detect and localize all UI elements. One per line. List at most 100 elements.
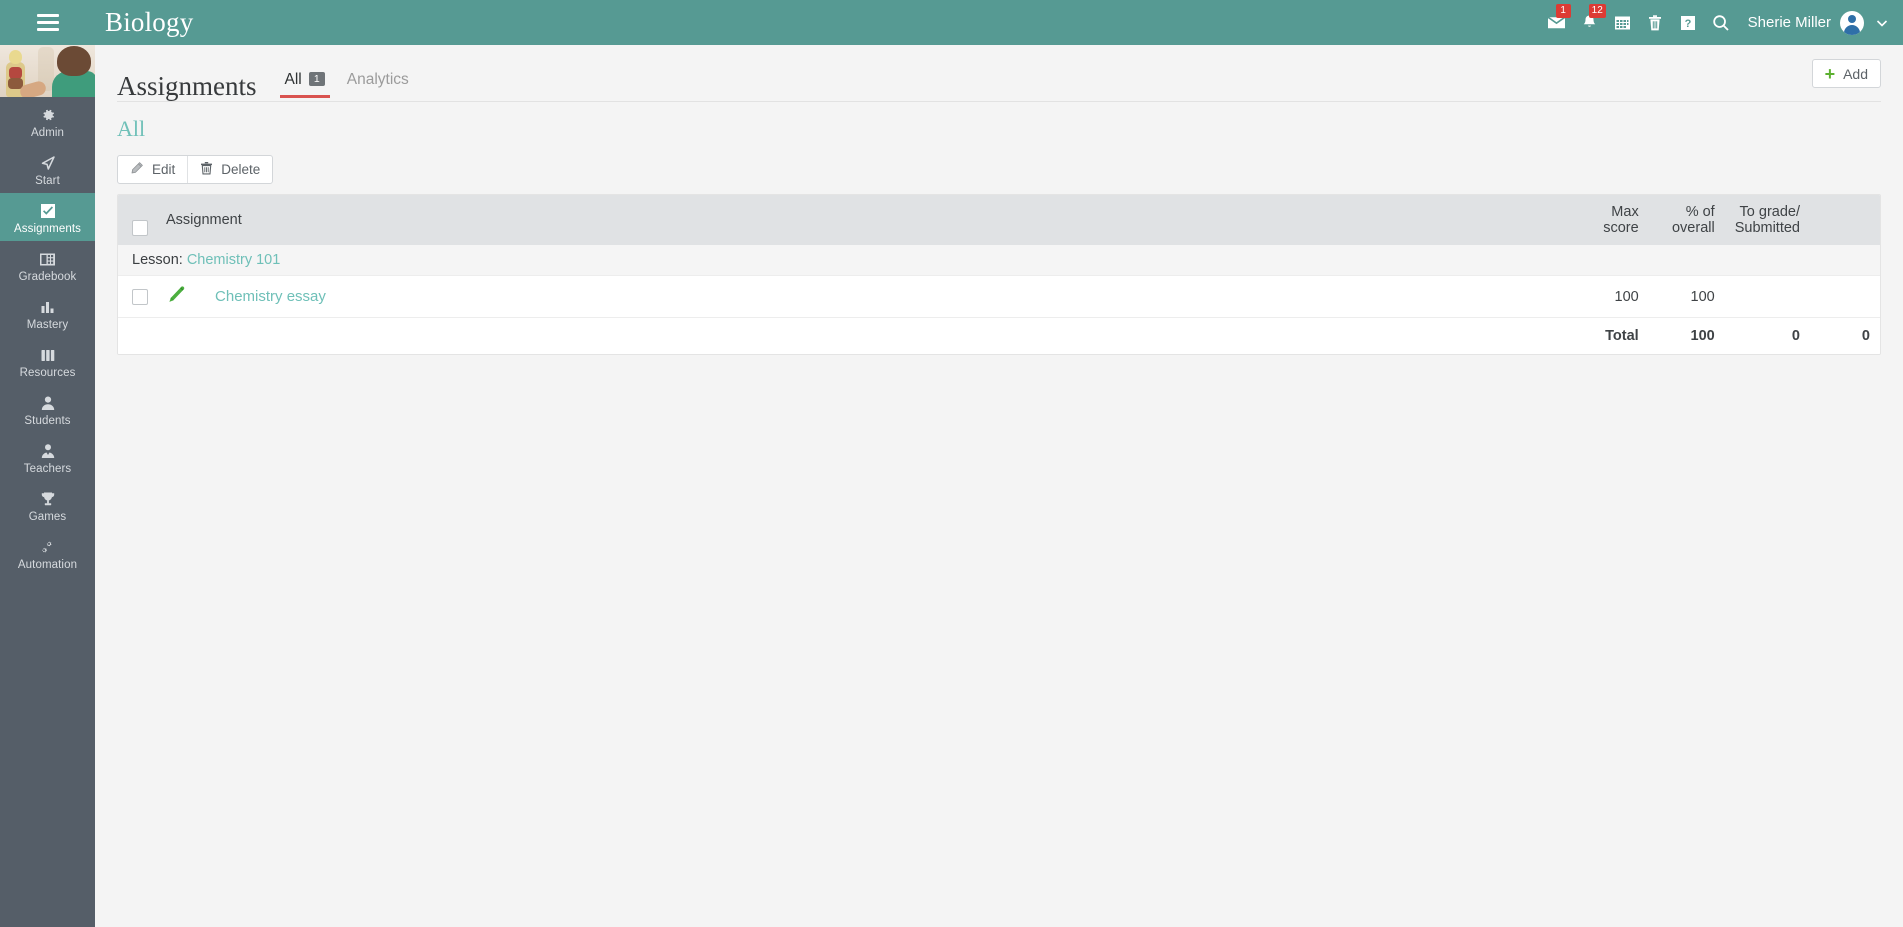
notifications-badge: 12 [1588,4,1606,18]
help-icon[interactable]: ? [1673,0,1704,45]
total-label: Total [1572,317,1649,355]
navigation-arrow-icon [40,155,56,172]
sidebar-item-games[interactable]: Games [0,481,95,529]
trophy-icon [40,491,56,508]
gear-icon [40,107,56,124]
sidebar-item-students[interactable]: Students [0,385,95,433]
page-title: Assignments [117,71,257,101]
total-spacer-name [158,317,1573,355]
top-bar: Biology 1 12 ? Sherie Miller [0,0,1903,45]
sidebar-item-label: Students [24,414,71,427]
sidebar-item-teachers[interactable]: Teachers [0,433,95,481]
messages-icon[interactable]: 1 [1541,0,1572,45]
messages-badge: 1 [1555,4,1571,18]
row-checkbox[interactable] [132,288,148,305]
notifications-icon[interactable]: 12 [1574,0,1606,45]
sidebar-item-label: Teachers [23,462,72,475]
sidebar-item-label: Start [35,174,60,187]
submitted-header-spacer [1810,195,1880,246]
hamburger-line [36,14,59,17]
total-max-score: 100 [1648,317,1725,355]
tab-bar: All 1 Analytics [279,71,409,101]
hamburger-line [36,28,59,31]
hamburger-icon[interactable] [0,0,95,45]
sidebar-item-mastery[interactable]: Mastery [0,289,95,337]
lesson-link[interactable]: Chemistry 101 [187,252,280,268]
sidebar-item-start[interactable]: Start [0,145,95,193]
to-grade-submitted-header: To grade/ Submitted [1724,195,1810,246]
svg-text:?: ? [1685,18,1692,30]
assignments-table: Assignment Max score % of overall To gra… [117,194,1881,356]
avatar[interactable] [1840,10,1864,35]
green-pencil-icon [166,285,187,308]
trash-icon [200,161,213,178]
max-score-header: Max score [1572,195,1649,246]
app-title: Biology [105,7,194,37]
biology-classroom-photo [0,45,95,97]
total-to-grade: 0 [1810,317,1880,355]
row-select-cell [118,275,158,318]
table-toolbar: Edit Delete [117,155,274,184]
delete-button[interactable]: Delete [187,156,272,183]
percent-overall-cell: 100 [1648,275,1725,318]
percent-overall-header: % of overall [1648,195,1725,246]
sidebar-item-admin[interactable]: Admin [0,97,95,145]
sidebar-item-resources[interactable]: Resources [0,337,95,385]
edit-button[interactable]: Edit [118,156,187,183]
lesson-group-row: Lesson: Chemistry 101 [118,245,1880,276]
add-button-label: Add [1843,65,1868,82]
bar-chart-icon [40,299,56,316]
tab-analytics-label: Analytics [346,71,409,88]
person-icon [40,395,56,412]
table-row: Chemistry essay 100 100 [118,275,1880,318]
chevron-down-icon[interactable] [1875,16,1889,30]
tab-all[interactable]: All 1 [279,71,331,98]
sidebar-item-label: Assignments [14,222,81,235]
books-icon [40,347,56,364]
gradebook-icon [39,251,56,268]
sidebar-item-label: Games [28,510,67,523]
add-button[interactable]: + Add [1811,59,1881,88]
main-content: Assignments All 1 Analytics + Add All Ed… [95,45,1903,927]
edit-button-label: Edit [152,162,176,177]
trash-icon[interactable] [1640,0,1671,45]
tab-all-label: All [284,71,302,88]
sidebar-item-label: Resources [19,366,76,379]
total-percent-overall: 0 [1724,317,1810,355]
gears-icon [39,539,56,556]
calendar-icon[interactable] [1607,0,1638,45]
section-title: All [117,116,146,141]
table-header-row: Assignment Max score % of overall To gra… [118,195,1880,246]
total-row: Total 100 0 0 [118,317,1880,355]
assignment-header: Assignment [158,195,1573,246]
to-grade-cell [1724,275,1810,318]
total-spacer-check [118,317,158,355]
sidebar: Admin Start Assignments Gradebook Master… [0,45,95,927]
sidebar-item-assignments[interactable]: Assignments [0,193,95,241]
sidebar-item-label: Mastery [26,318,69,331]
lesson-group-cell: Lesson: Chemistry 101 [118,245,1880,276]
checked-box-icon [40,203,56,220]
topbar-actions: 1 12 ? Sherie Miller [1541,0,1903,45]
delete-button-label: Delete [221,162,261,177]
assignment-link[interactable]: Chemistry essay [215,288,326,305]
tab-analytics[interactable]: Analytics [347,71,409,98]
assignment-name-cell: Chemistry essay [158,275,1573,318]
sidebar-item-automation[interactable]: Automation [0,529,95,577]
sidebar-item-label: Gradebook [18,270,77,283]
sidebar-item-gradebook[interactable]: Gradebook [0,241,95,289]
tab-all-badge: 1 [308,72,325,86]
search-icon[interactable] [1706,0,1737,45]
sidebar-item-label: Admin [30,126,65,139]
select-all-header [118,195,158,246]
max-score-cell: 100 [1572,275,1649,318]
select-all-checkbox[interactable] [132,220,148,237]
submitted-cell [1810,275,1880,318]
page-header: Assignments All 1 Analytics + Add [95,45,1903,101]
hamburger-line [36,21,59,24]
user-name[interactable]: Sherie Miller [1748,14,1831,31]
lesson-label: Lesson: [132,252,183,269]
pencil-icon [130,161,144,178]
plus-icon: + [1824,63,1836,84]
sidebar-item-label: Automation [17,558,78,571]
